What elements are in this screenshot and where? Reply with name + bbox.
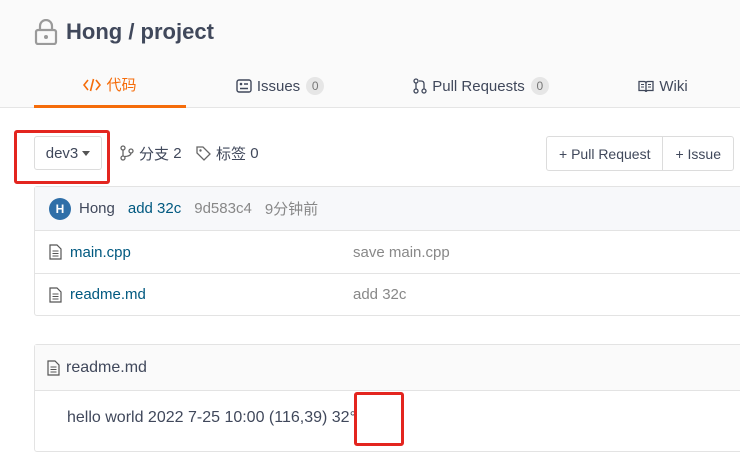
latest-commit-row: H Hong add 32c 9d583c4 9分钟前 (35, 187, 740, 231)
readme-filename: readme.md (66, 358, 147, 376)
repo-title-row: Hong / project (34, 16, 214, 48)
pull-requests-count-badge: 0 (530, 77, 549, 95)
file-name-link[interactable]: readme.md (70, 286, 146, 303)
tags-link[interactable]: 标签 0 (196, 142, 259, 164)
caret-down-icon (82, 150, 91, 156)
branch-selector-label: dev3 (45, 144, 79, 162)
branches-label: 分支 (139, 145, 170, 163)
tag-icon (196, 145, 211, 161)
code-icon (83, 78, 102, 92)
file-name-link[interactable]: main.cpp (70, 244, 131, 261)
repo-header: Hong / project 代码 Issues 0 Pull Requests… (0, 0, 740, 108)
avatar[interactable]: H (49, 197, 71, 220)
wiki-icon (638, 80, 654, 93)
file-commit-message[interactable]: save main.cpp (353, 244, 450, 261)
new-issue-button[interactable]: + Issue (662, 137, 733, 170)
tab-pull-requests-label: Pull Requests (432, 77, 525, 95)
commit-author[interactable]: Hong (79, 200, 115, 217)
file-commit-message[interactable]: add 32c (353, 286, 406, 303)
tab-wiki[interactable]: Wiki (634, 64, 692, 108)
readme-content: hello world 2022 7-25 10:00 (116,39) 32° (67, 409, 356, 427)
commit-message-link[interactable]: add 32c (128, 200, 181, 217)
tags-count: 0 (250, 144, 259, 162)
tags-label: 标签 (216, 145, 247, 163)
new-pull-request-button[interactable]: + Pull Request (547, 137, 662, 170)
tab-code-label: 代码 (106, 77, 137, 94)
pull-request-icon (413, 78, 427, 94)
page-title: Hong / project (66, 19, 214, 45)
file-list: H Hong add 32c 9d583c4 9分钟前 main.cpp sav… (34, 186, 740, 316)
repo-toolbar: dev3 分支 2 标签 0 + Pull Request + Issue (0, 128, 740, 184)
branch-icon (120, 145, 134, 161)
repo-name-link[interactable]: project (141, 19, 214, 44)
list-item[interactable]: main.cpp save main.cpp (35, 231, 740, 273)
file-icon (49, 244, 62, 260)
commit-time: 9分钟前 (264, 201, 319, 218)
tab-issues-label: Issues (256, 77, 301, 95)
file-icon (47, 359, 60, 376)
commit-sha[interactable]: 9d583c4 (194, 200, 252, 217)
lock-icon (34, 19, 58, 45)
readme-panel: readme.md hello world 2022 7-25 10:00 (1… (34, 344, 740, 452)
branches-link[interactable]: 分支 2 (120, 142, 182, 164)
file-icon (49, 286, 62, 303)
readme-text: hello world 2022 7-25 10:00 (116,39) (67, 409, 332, 426)
branch-selector[interactable]: dev3 (34, 136, 102, 170)
repo-owner-link[interactable]: Hong (66, 19, 122, 44)
readme-highlight-text: 32° (331, 409, 356, 426)
branches-count: 2 (173, 144, 182, 162)
readme-header: readme.md (35, 345, 740, 391)
tab-issues[interactable]: Issues 0 (232, 64, 328, 108)
tab-code[interactable]: 代码 (34, 64, 186, 108)
list-item[interactable]: readme.md add 32c (35, 273, 740, 315)
tab-wiki-label: Wiki (659, 77, 688, 95)
repo-path-separator: / (122, 19, 141, 44)
action-button-group: + Pull Request + Issue (546, 136, 734, 171)
issues-icon (236, 79, 252, 93)
tab-pull-requests[interactable]: Pull Requests 0 (410, 64, 552, 108)
issues-count-badge: 0 (306, 77, 325, 95)
